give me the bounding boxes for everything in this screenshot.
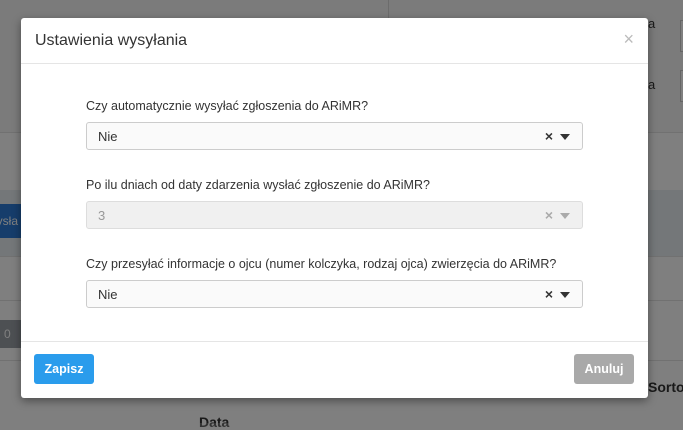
clear-icon: × xyxy=(544,207,553,223)
father-info-select[interactable]: Nie × xyxy=(86,280,583,308)
close-icon[interactable]: × xyxy=(623,30,634,48)
days-after-event-value: 3 xyxy=(98,208,106,223)
auto-send-field: Czy automatycznie wysyłać zgłoszenia do … xyxy=(86,98,583,150)
chevron-down-icon xyxy=(560,213,570,219)
chevron-down-icon[interactable] xyxy=(560,292,570,298)
save-button[interactable]: Zapisz xyxy=(34,354,94,384)
father-info-value: Nie xyxy=(98,287,118,302)
days-after-event-label: Po ilu dniach od daty zdarzenia wysłać z… xyxy=(86,178,430,192)
father-info-label: Czy przesyłać informacje o ojcu (numer k… xyxy=(86,257,557,271)
send-settings-modal: Ustawienia wysyłania × Czy automatycznie… xyxy=(21,18,648,398)
auto-send-value: Nie xyxy=(98,129,118,144)
clear-icon[interactable]: × xyxy=(545,128,553,144)
father-info-field: Czy przesyłać informacje o ojcu (numer k… xyxy=(86,256,583,308)
modal-header: Ustawienia wysyłania × xyxy=(21,18,648,64)
modal-footer: Zapisz Anuluj xyxy=(21,341,648,398)
auto-send-label: Czy automatycznie wysyłać zgłoszenia do … xyxy=(86,99,369,113)
auto-send-select[interactable]: Nie × xyxy=(86,122,583,150)
clear-icon[interactable]: × xyxy=(545,286,553,302)
modal-title: Ustawienia wysyłania xyxy=(35,32,188,49)
cancel-button[interactable]: Anuluj xyxy=(574,354,634,384)
chevron-down-icon[interactable] xyxy=(560,134,570,140)
days-after-event-select: 3 × xyxy=(86,201,583,229)
days-after-event-field: Po ilu dniach od daty zdarzenia wysłać z… xyxy=(86,177,583,229)
